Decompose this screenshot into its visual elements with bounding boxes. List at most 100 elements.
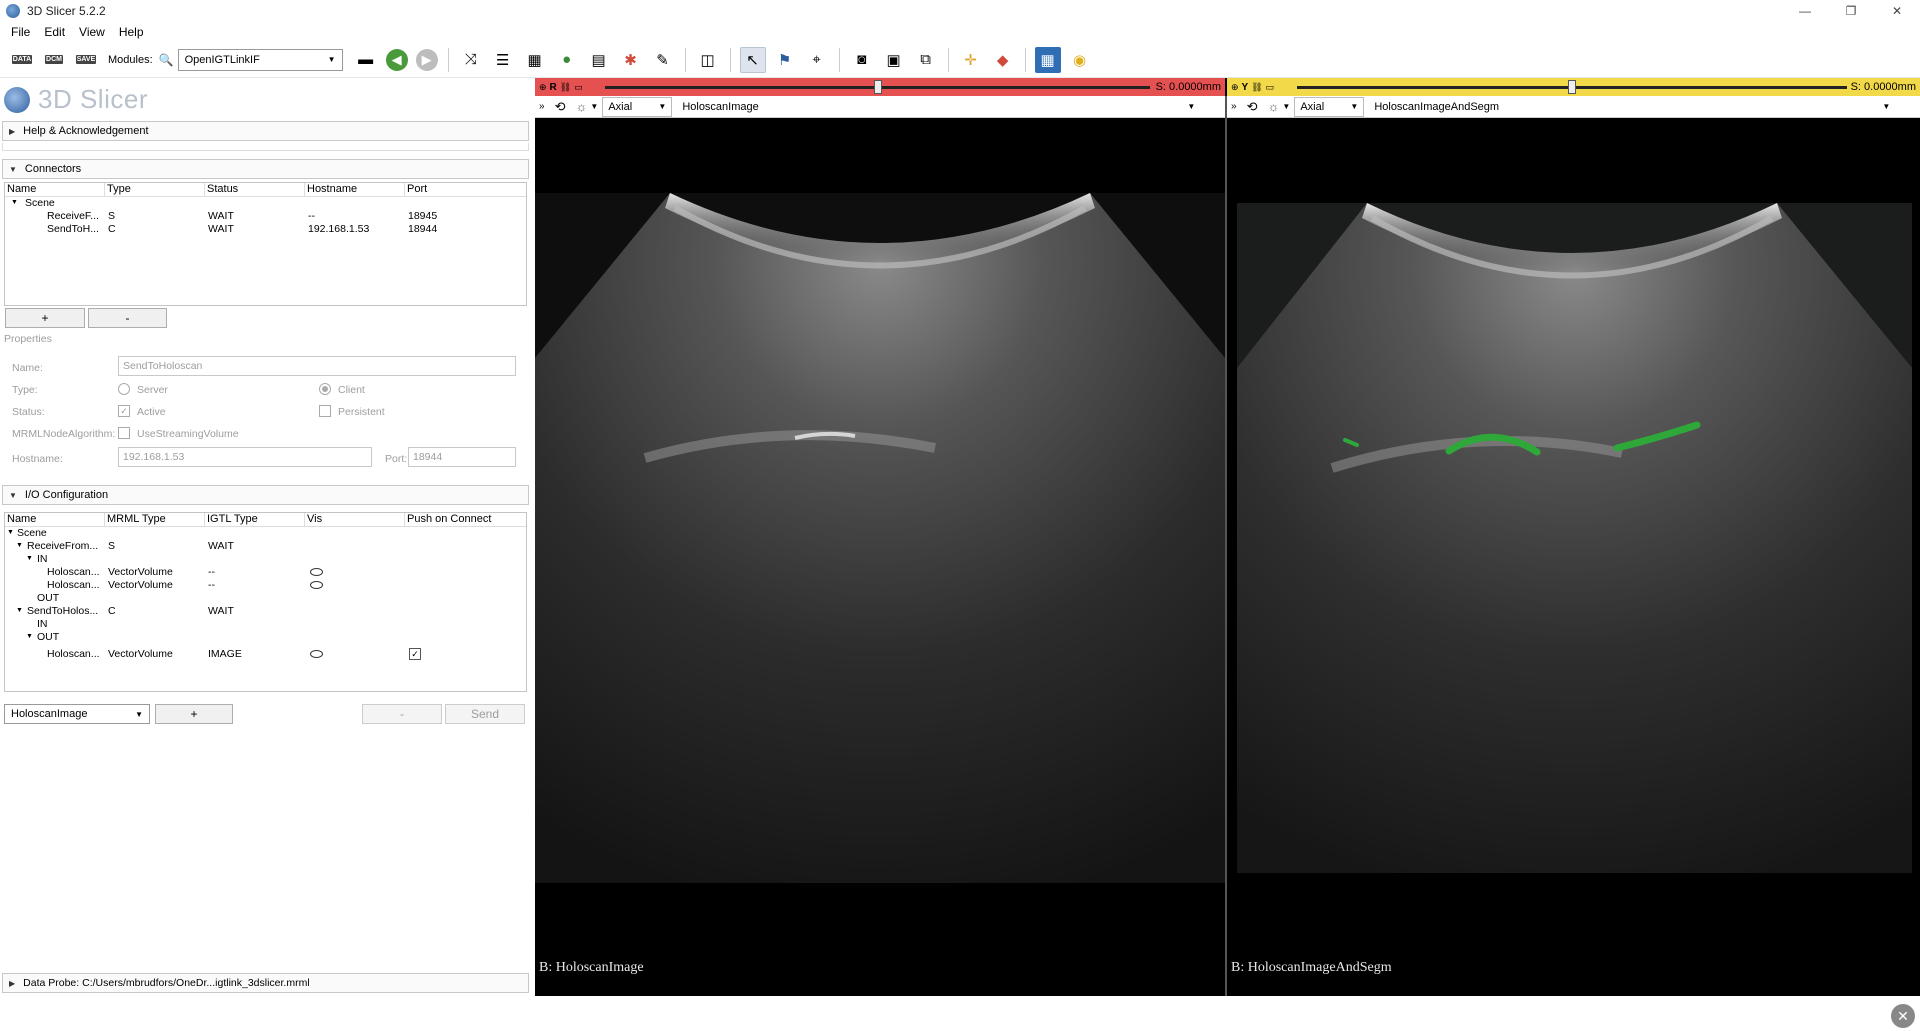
editor-icon[interactable]: ✎	[650, 47, 676, 73]
segment-editor-icon[interactable]: ▤	[586, 47, 612, 73]
name-field[interactable]: SendToHoloscan	[118, 356, 516, 376]
io-group-row[interactable]: ▼ IN	[5, 553, 526, 566]
connector-row[interactable]: ▼ ReceiveFrom... S WAIT	[5, 540, 526, 553]
visibility-eye-icon[interactable]	[310, 568, 323, 576]
io-config-section[interactable]: ▼ I/O Configuration	[2, 485, 529, 505]
load-data-button[interactable]: DATA	[9, 47, 35, 73]
screenshot-icon[interactable]: ◙	[849, 47, 875, 73]
view-options-icon[interactable]: ▭	[574, 82, 583, 93]
col-port[interactable]: Port	[405, 183, 526, 196]
module-search-icon[interactable]: 🔍	[159, 53, 174, 67]
col-name[interactable]: Name	[5, 183, 105, 196]
send-button[interactable]: Send	[445, 704, 525, 724]
chevron-down-icon[interactable]: ▼	[590, 102, 598, 111]
io-table[interactable]: Name MRML Type IGTL Type Vis Push on Con…	[4, 512, 527, 692]
active-checkbox[interactable]: ✓	[118, 405, 130, 417]
link-views-icon[interactable]: ⟲	[555, 99, 566, 115]
yellow-slice-view[interactable]: B: HoloscanImageAndSegm	[1227, 118, 1920, 990]
remove-connector-button[interactable]: -	[88, 308, 167, 328]
pin-icon[interactable]: ⊕	[539, 82, 547, 93]
forward-button[interactable]: ▶	[415, 48, 438, 71]
table-row[interactable]: Holoscan... VectorVolume IMAGE ✓	[5, 648, 526, 661]
hostname-field[interactable]: 192.168.1.53	[118, 447, 372, 467]
col-name[interactable]: Name	[5, 513, 105, 526]
io-group-row[interactable]: OUT	[5, 592, 526, 605]
col-status[interactable]: Status	[205, 183, 305, 196]
table-row[interactable]: SendToH... C WAIT 192.168.1.53 18944	[5, 223, 526, 236]
models-icon[interactable]: ●	[554, 47, 580, 73]
markups-icon[interactable]: ✱	[618, 47, 644, 73]
error-log-icon[interactable]: ✕	[1891, 1004, 1915, 1028]
scene-view-icon[interactable]: ▣	[881, 47, 907, 73]
red-orientation-selector[interactable]: Axial ▼	[602, 96, 673, 117]
add-node-button[interactable]: +	[155, 704, 233, 724]
back-button[interactable]: ◀	[385, 48, 408, 71]
col-mrml-type[interactable]: MRML Type	[105, 513, 205, 526]
pointer-mode-icon[interactable]: ↖	[739, 46, 766, 73]
transforms-icon[interactable]: ⤨	[458, 47, 484, 73]
menu-file[interactable]: File	[4, 25, 37, 39]
yellow-slider-handle[interactable]	[1568, 80, 1576, 94]
maximize-button[interactable]: ❐	[1828, 0, 1874, 22]
red-volume-selector[interactable]: HoloscanImage ▼	[676, 96, 1202, 117]
module-history-icon[interactable]: ▬	[353, 47, 379, 73]
remove-node-button[interactable]: -	[362, 704, 442, 724]
connectors-table[interactable]: Name Type Status Hostname Port ▼ Scene R…	[4, 182, 527, 306]
persistent-checkbox[interactable]	[319, 405, 331, 417]
table-row[interactable]: Holoscan... VectorVolume --	[5, 579, 526, 592]
chevron-down-icon[interactable]: ▼	[1282, 102, 1290, 111]
mouse-mode-icon[interactable]: ⌖	[804, 47, 830, 73]
io-group-row[interactable]: ▼ OUT	[5, 631, 526, 644]
view-options-icon[interactable]: ▭	[1266, 82, 1275, 93]
python-console-icon[interactable]: ◉	[1067, 47, 1093, 73]
module-selector[interactable]: OpenIGTLinkIF ▼	[177, 48, 343, 71]
link-icon[interactable]: ⛓	[1251, 82, 1262, 93]
yellow-volume-selector[interactable]: HoloscanImageAndSegm ▼	[1368, 96, 1897, 117]
data-module-icon[interactable]: ☰	[490, 47, 516, 73]
visibility-icon[interactable]: ☼	[1267, 99, 1279, 114]
port-field[interactable]: 18944	[408, 447, 516, 467]
menu-edit[interactable]: Edit	[37, 25, 72, 39]
connectors-section[interactable]: ▼ Connectors	[2, 159, 529, 179]
tree-scene-row[interactable]: ▼ Scene	[5, 527, 526, 540]
red-slider-handle[interactable]	[873, 80, 882, 94]
link-views-icon[interactable]: ⟲	[1247, 99, 1258, 115]
interaction-icon[interactable]: ◆	[990, 47, 1016, 73]
help-section[interactable]: ▶ Help & Acknowledgement	[2, 121, 529, 141]
expand-controls-icon[interactable]: »	[1231, 101, 1237, 112]
io-group-row[interactable]: IN	[5, 618, 526, 631]
tree-scene-row[interactable]: ▼ Scene	[5, 197, 526, 210]
server-radio[interactable]	[118, 383, 130, 395]
data-probe-section[interactable]: ▶ Data Probe: C:/Users/mbrudfors/OneDr..…	[2, 973, 529, 993]
dicom-button[interactable]: DCM	[41, 47, 67, 73]
streaming-checkbox[interactable]	[118, 427, 130, 439]
col-type[interactable]: Type	[105, 183, 205, 196]
col-vis[interactable]: Vis	[305, 513, 405, 526]
red-slice-view[interactable]: B: HoloscanImage	[535, 118, 1225, 990]
table-row[interactable]: Holoscan... VectorVolume --	[5, 566, 526, 579]
col-hostname[interactable]: Hostname	[305, 183, 405, 196]
visibility-icon[interactable]: ☼	[575, 99, 587, 114]
visibility-eye-icon[interactable]	[310, 581, 323, 589]
close-window-button[interactable]: ✕	[1874, 0, 1920, 22]
link-icon[interactable]: ⛓	[560, 82, 571, 93]
extensions-icon[interactable]: ▦	[1034, 46, 1061, 73]
visibility-eye-icon[interactable]	[310, 650, 323, 658]
save-button[interactable]: SAVE	[73, 47, 99, 73]
capture-icon[interactable]: ⧉	[913, 47, 939, 73]
menu-view[interactable]: View	[72, 25, 112, 39]
expand-controls-icon[interactable]: »	[539, 101, 545, 112]
table-row[interactable]: ReceiveF... S WAIT -- 18945	[5, 210, 526, 223]
col-push[interactable]: Push on Connect	[405, 513, 526, 526]
client-radio[interactable]	[319, 383, 331, 395]
col-igtl-type[interactable]: IGTL Type	[205, 513, 305, 526]
volumes-icon[interactable]: ▦	[522, 47, 548, 73]
minimize-button[interactable]: —	[1782, 0, 1828, 22]
connector-row[interactable]: ▼ SendToHolos... C WAIT	[5, 605, 526, 618]
node-selector[interactable]: HoloscanImage ▼	[4, 704, 150, 724]
push-on-connect-checkbox[interactable]: ✓	[409, 648, 421, 660]
menu-help[interactable]: Help	[112, 25, 151, 39]
pin-icon[interactable]: ⊕	[1231, 82, 1239, 93]
yellow-orientation-selector[interactable]: Axial ▼	[1294, 96, 1365, 117]
layout-icon[interactable]: ◫	[695, 47, 721, 73]
